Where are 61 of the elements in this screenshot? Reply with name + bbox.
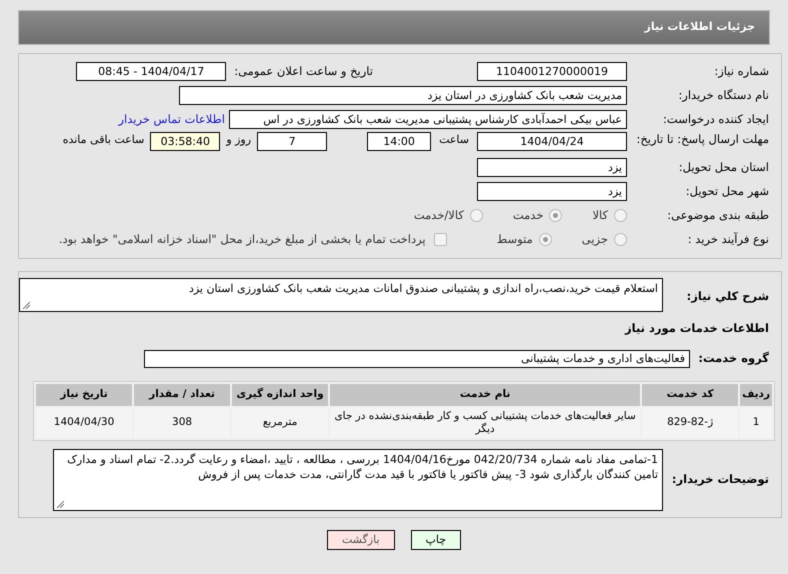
table-cell: ژ-82-829 xyxy=(642,408,738,438)
description-text: استعلام قیمت خرید،نصب،راه اندازی و پشتیبانی صندوق امانات مدیریت شعب بانک کشاورزی استان یزد xyxy=(188,282,658,294)
column-header: تعداد / مقدار xyxy=(134,384,230,406)
notes-textarea[interactable] xyxy=(53,448,663,510)
column-header: کد خدمت xyxy=(642,384,738,406)
input-field[interactable]: 1404/04/17 - 08:45 xyxy=(76,62,226,81)
option-label: کالا/خدمت xyxy=(414,206,464,224)
field-label: طبقه بندی موضوعی: xyxy=(666,206,770,224)
table-cell: سایر فعالیت‌های خدمات پشتیبانی کسب و کار طبقه‌بندی‌نشده در جای دیگر xyxy=(330,408,640,438)
input-field[interactable]: 1404/04/24 xyxy=(477,132,627,150)
option-label: متوسط xyxy=(496,230,533,248)
input-field[interactable]: 7 xyxy=(257,132,328,150)
checkbox[interactable] xyxy=(434,233,447,246)
field-label: ساعت xyxy=(439,132,469,148)
input-field[interactable]: 1104001270000019 xyxy=(477,62,627,81)
field-label: استان محل تحویل: xyxy=(678,158,770,176)
field-label: روز و xyxy=(226,132,252,148)
column-header: نام خدمت xyxy=(330,384,640,406)
input-field[interactable]: عباس بیکی احمدآبادی کارشناس پشتیبانی مدیریت شعب بانک کشاورزی در اس xyxy=(229,110,627,129)
option-label: خدمت xyxy=(512,206,544,224)
table-cell: مترمربع xyxy=(232,408,328,438)
field-label: شماره نیاز: xyxy=(713,62,770,80)
option-label: جزیی xyxy=(582,230,608,248)
input-field[interactable]: فعالیت‌های اداری و خدمات پشتیبانی xyxy=(144,350,690,368)
radio-button[interactable] xyxy=(470,209,483,222)
field-label: مهلت ارسال پاسخ: تا تاریخ: xyxy=(635,132,770,146)
column-header: تاریخ نیاز xyxy=(36,384,132,406)
column-header: واحد اندازه گیری xyxy=(232,384,328,406)
field-label: ساعت باقی مانده xyxy=(62,132,144,148)
table-cell: 308 xyxy=(134,408,230,438)
radio-button[interactable] xyxy=(614,209,627,222)
table-cell: 1 xyxy=(740,408,772,438)
column-header: ردیف xyxy=(740,384,772,406)
contact-link[interactable]: اطلاعات تماس خریدار xyxy=(118,110,225,128)
field-label: ایجاد کننده درخواست: xyxy=(662,110,770,128)
section-heading: اطلاعات خدمات مورد نیاز xyxy=(624,320,770,337)
table-cell: 1404/04/30 xyxy=(36,408,132,438)
back-button[interactable]: بازگشت xyxy=(326,530,395,550)
radio-button[interactable] xyxy=(538,233,552,246)
input-field[interactable]: 14:00 xyxy=(367,132,432,150)
option-label: کالا xyxy=(592,206,608,224)
print-button[interactable]: چاپ xyxy=(410,530,462,550)
field-label: نام دستگاه خریدار: xyxy=(677,86,770,104)
input-field[interactable]: مدیریت شعب بانک کشاورزی در استان یزد xyxy=(179,86,627,105)
radio-button[interactable] xyxy=(614,233,627,246)
notes-text: 1-تمامی مفاد نامه شماره 042/20/734 مورخ1404/04/16 بررسی ، مطالعه ، تایید ،امضاء و رعایت گردد.2- تمام اسناد و مدارک تامین کنندگان بارگذاری شود 3- پیش فاکتور یا فاکتور با قید مدت گارانتی، مدت خدمات پس از فروش xyxy=(67,452,658,480)
checkbox-label: پرداخت تمام یا بخشی از مبلغ خرید،از محل "اسناد خزانه اسلامی" خواهد بود. xyxy=(58,230,426,248)
page-title: جزئیات اطلاعات نیاز xyxy=(18,10,770,44)
field-label: شرح كلي نياز: xyxy=(686,288,770,305)
field-label: توضیحات خریدار: xyxy=(670,470,770,488)
radio-button[interactable] xyxy=(549,209,562,222)
description-textarea[interactable]: استعلام قیمت خرید،نصب،راه اندازی و پشتیبانی صندوق امانات مدیریت شعب بانک کشاورزی استان یزد xyxy=(19,278,663,312)
resize-grip-icon[interactable] xyxy=(56,500,64,508)
input-field[interactable]: یزد xyxy=(477,158,627,177)
resize-grip-icon[interactable] xyxy=(22,300,30,308)
field-label: شهر محل تحویل: xyxy=(684,182,770,200)
countdown-field[interactable]: 03:58:40 xyxy=(150,132,220,150)
input-field[interactable]: یزد xyxy=(477,182,627,201)
field-label: گروه خدمت: xyxy=(697,350,770,368)
field-label: تاریخ و ساعت اعلان عمومی: xyxy=(234,62,373,80)
field-label: نوع فرآیند خرید : xyxy=(686,230,770,248)
